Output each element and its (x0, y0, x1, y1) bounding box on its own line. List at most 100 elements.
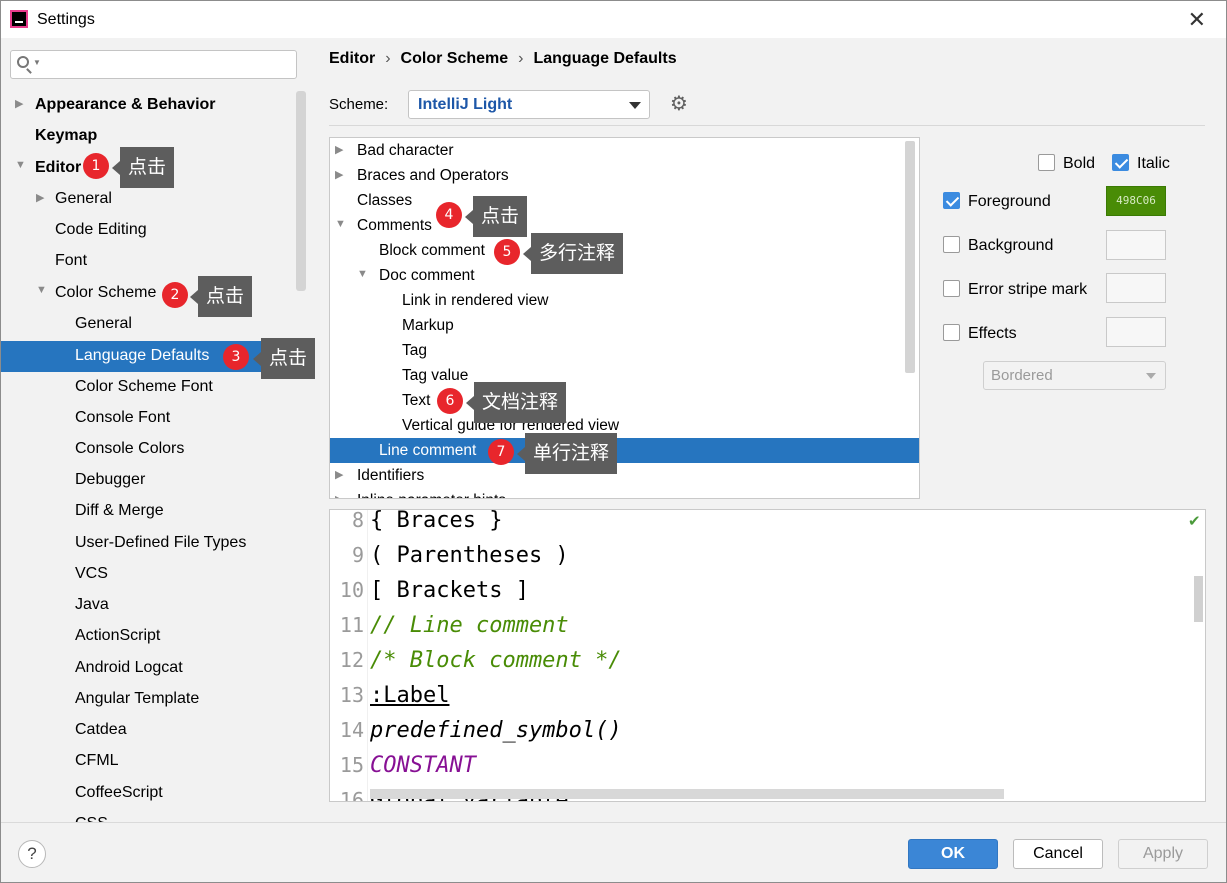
sidebar-item-android-logcat[interactable]: Android Logcat (75, 653, 183, 683)
line-number: 9 (351, 543, 364, 567)
code-line: 9( Parentheses ) (330, 538, 569, 573)
sidebar-item-java[interactable]: Java (75, 590, 109, 620)
error-stripe-color-swatch[interactable] (1106, 273, 1166, 303)
sidebar-item-catdea[interactable]: Catdea (75, 715, 127, 745)
dialog-footer: ? OK Cancel Apply (1, 822, 1226, 882)
bold-label: Bold (1063, 155, 1096, 172)
attr-link-in-rendered-view[interactable]: Link in rendered view (402, 288, 548, 313)
sidebar-item-general[interactable]: General (55, 184, 112, 214)
sidebar-item-color-scheme-font[interactable]: Color Scheme Font (75, 372, 213, 402)
foreground-checkbox[interactable]: Foreground (943, 192, 1051, 211)
attr-line-comment[interactable]: Line comment (379, 438, 476, 463)
collapse-arrow-icon[interactable]: ▼ (36, 284, 47, 296)
sidebar-item-color-scheme-general[interactable]: General (75, 309, 132, 339)
annotation-tip: 文档注释 (465, 382, 567, 423)
expand-arrow-icon[interactable]: ▶ (335, 168, 343, 181)
attr-comments[interactable]: Comments (357, 213, 432, 238)
effects-checkbox[interactable]: Effects (943, 324, 1017, 343)
sidebar-item-vcs[interactable]: VCS (75, 559, 108, 589)
attr-identifiers[interactable]: Identifiers (357, 463, 424, 488)
sidebar-item-console-font[interactable]: Console Font (75, 403, 170, 433)
foreground-label: Foreground (968, 193, 1051, 210)
apply-button[interactable]: Apply (1118, 839, 1208, 869)
sidebar-item-user-defined-file-types[interactable]: User-Defined File Types (75, 528, 246, 558)
attr-bad-character[interactable]: Bad character (357, 138, 454, 163)
breadcrumb-color-scheme[interactable]: Color Scheme (401, 50, 509, 67)
collapse-arrow-icon[interactable]: ▼ (15, 159, 26, 171)
cancel-button[interactable]: Cancel (1013, 839, 1103, 869)
attr-tag-value[interactable]: Tag value (402, 363, 468, 388)
collapse-arrow-icon[interactable]: ▼ (335, 218, 346, 230)
sidebar-item-css[interactable]: CSS (75, 809, 108, 822)
sidebar-item-language-defaults[interactable]: Language Defaults (75, 341, 209, 371)
effects-label: Effects (968, 325, 1017, 342)
scheme-label: Scheme: (329, 96, 389, 113)
expand-arrow-icon[interactable]: ▶ (36, 191, 44, 204)
expand-arrow-icon[interactable]: ▶ (15, 97, 23, 110)
sidebar-item-actionscript[interactable]: ActionScript (75, 621, 160, 651)
attr-braces-operators[interactable]: Braces and Operators (357, 163, 509, 188)
title-bar: Settings ✕ (1, 1, 1226, 38)
search-input[interactable]: ▼ (10, 50, 297, 79)
sidebar-item-code-editing[interactable]: Code Editing (55, 215, 147, 245)
attr-doc-comment[interactable]: Doc comment (379, 263, 475, 288)
checkbox-box (943, 324, 960, 341)
sidebar-item-keymap[interactable]: Keymap (35, 121, 97, 151)
expand-arrow-icon[interactable]: ▶ (335, 468, 343, 481)
close-icon[interactable]: ✕ (1188, 7, 1206, 33)
code-text: [ Brackets ] (370, 578, 529, 603)
sidebar-item-angular-template[interactable]: Angular Template (75, 684, 199, 714)
foreground-color-swatch[interactable]: 498C06 (1106, 186, 1166, 216)
preview-horizontal-scrollbar[interactable] (370, 789, 1004, 799)
attr-markup[interactable]: Markup (402, 313, 454, 338)
annotation-tip: 点击 (111, 147, 175, 188)
sidebar-item-diff-merge[interactable]: Diff & Merge (75, 496, 164, 526)
attr-tag[interactable]: Tag (402, 338, 427, 363)
breadcrumb-editor[interactable]: Editor (329, 50, 375, 67)
effects-color-swatch[interactable] (1106, 317, 1166, 347)
annotation-badge: 7 (488, 439, 514, 465)
sidebar-item-font[interactable]: Font (55, 246, 87, 276)
code-line: 10[ Brackets ] (330, 573, 529, 608)
code-preview[interactable]: 8 { Braces } 9( Parentheses ) 10[ Bracket… (329, 509, 1206, 802)
sidebar-scrollbar[interactable] (296, 91, 306, 291)
bold-checkbox[interactable]: Bold (1038, 154, 1095, 173)
code-line: 15 CONSTANT (330, 748, 476, 783)
attr-classes[interactable]: Classes (357, 188, 412, 213)
chevron-down-icon (1146, 373, 1156, 379)
background-color-swatch[interactable] (1106, 230, 1166, 260)
sidebar-item-console-colors[interactable]: Console Colors (75, 434, 184, 464)
collapse-arrow-icon[interactable]: ▼ (357, 268, 368, 280)
annotation-tip: 点击 (464, 196, 528, 237)
gear-icon[interactable]: ⚙ (670, 94, 690, 114)
attr-inline-parameter-hints[interactable]: Inline parameter hints (357, 488, 506, 498)
sidebar-item-coffeescript[interactable]: CoffeeScript (75, 778, 163, 808)
ok-button[interactable]: OK (908, 839, 998, 869)
sidebar-item-debugger[interactable]: Debugger (75, 465, 145, 495)
block-comment-text: /* Block comment */ (370, 648, 622, 673)
attribute-tree-scrollbar[interactable] (905, 141, 915, 373)
sidebar-item-editor[interactable]: Editor (35, 153, 81, 183)
attr-block-comment[interactable]: Block comment (379, 238, 485, 263)
help-button[interactable]: ? (18, 840, 46, 868)
preview-vertical-scrollbar[interactable] (1194, 576, 1203, 622)
checkbox-box (1038, 154, 1055, 171)
italic-checkbox[interactable]: Italic (1112, 154, 1170, 173)
error-stripe-checkbox[interactable]: Error stripe mark (943, 280, 1087, 299)
attr-text[interactable]: Text (402, 388, 430, 413)
expand-arrow-icon[interactable]: ▶ (335, 143, 343, 156)
effect-type-dropdown[interactable]: Bordered (983, 361, 1166, 390)
line-comment-text: // Line comment (370, 613, 569, 638)
scheme-dropdown[interactable]: IntelliJ Light (408, 90, 650, 119)
sidebar-item-color-scheme[interactable]: Color Scheme (55, 278, 156, 308)
line-number: 15 (339, 753, 364, 777)
annotation-tip: 单行注释 (516, 433, 618, 474)
annotation-tip: 点击 (189, 276, 253, 317)
window-title: Settings (37, 11, 95, 28)
chevron-down-icon: ▼ (33, 58, 41, 67)
code-line: 12/* Block comment */ (330, 643, 622, 678)
sidebar-item-cfml[interactable]: CFML (75, 746, 119, 776)
expand-arrow-icon[interactable]: ▶ (335, 493, 343, 498)
background-checkbox[interactable]: Background (943, 236, 1053, 255)
sidebar-item-appearance-behavior[interactable]: Appearance & Behavior (35, 90, 216, 120)
